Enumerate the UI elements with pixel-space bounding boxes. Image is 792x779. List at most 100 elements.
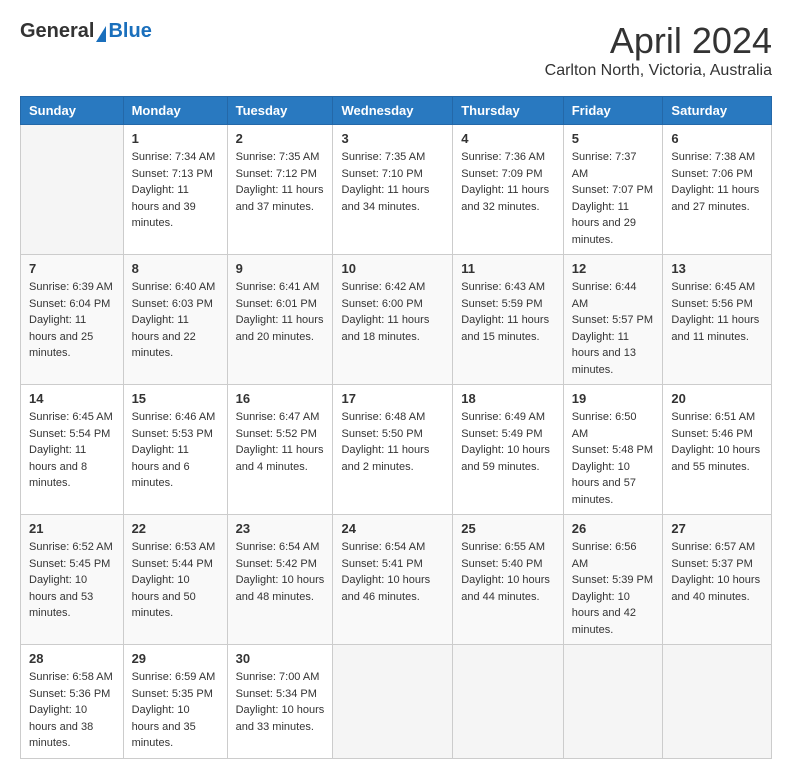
calendar-cell: 10 Sunrise: 6:42 AMSunset: 6:00 PMDayligh… [333,255,453,385]
calendar-cell: 18 Sunrise: 6:49 AMSunset: 5:49 PMDayligh… [453,385,563,515]
calendar-cell: 26Sunrise: 6:56 AMSunset: 5:39 PMDayligh… [563,515,663,645]
calendar-cell: 21Sunrise: 6:52 AMSunset: 5:45 PMDayligh… [21,515,124,645]
day-number: 20 [671,391,763,406]
day-info: Sunrise: 7:37 AMSunset: 7:07 PMDaylight:… [572,149,655,248]
calendar-cell: 9 Sunrise: 6:41 AMSunset: 6:01 PMDaylight… [227,255,333,385]
day-info: Sunrise: 7:35 AMSunset: 7:12 PMDaylight:… [236,149,325,215]
calendar-cell: 15 Sunrise: 6:46 AMSunset: 5:53 PMDayligh… [123,385,227,515]
calendar-cell: 29Sunrise: 6:59 AMSunset: 5:35 PMDayligh… [123,645,227,759]
day-number: 8 [132,261,219,276]
logo: General Blue [20,20,152,43]
calendar-cell: 25 Sunrise: 6:55 AMSunset: 5:40 PMDayligh… [453,515,563,645]
calendar-cell: 8 Sunrise: 6:40 AMSunset: 6:03 PMDaylight… [123,255,227,385]
weekday-header-tuesday: Tuesday [227,97,333,125]
day-number: 14 [29,391,115,406]
day-number: 5 [572,131,655,146]
calendar-cell: 17Sunrise: 6:48 AMSunset: 5:50 PMDayligh… [333,385,453,515]
day-number: 4 [461,131,554,146]
day-info: Sunrise: 7:36 AMSunset: 7:09 PMDaylight:… [461,149,554,215]
day-number: 10 [341,261,444,276]
calendar-cell: 2 Sunrise: 7:35 AMSunset: 7:12 PMDaylight… [227,125,333,255]
day-number: 23 [236,521,325,536]
day-number: 2 [236,131,325,146]
calendar-cell: 28 Sunrise: 6:58 AMSunset: 5:36 PMDayligh… [21,645,124,759]
calendar-week-row: 14 Sunrise: 6:45 AMSunset: 5:54 PMDayligh… [21,385,772,515]
calendar-cell [453,645,563,759]
calendar-table: SundayMondayTuesdayWednesdayThursdayFrid… [20,96,772,759]
calendar-cell: 1Sunrise: 7:34 AMSunset: 7:13 PMDaylight… [123,125,227,255]
location-title: Carlton North, Victoria, Australia [545,62,772,80]
day-info: Sunrise: 6:53 AMSunset: 5:44 PMDaylight:… [132,539,219,622]
day-number: 27 [671,521,763,536]
day-number: 19 [572,391,655,406]
day-number: 26 [572,521,655,536]
calendar-cell [333,645,453,759]
day-number: 28 [29,651,115,666]
calendar-week-row: 28 Sunrise: 6:58 AMSunset: 5:36 PMDayligh… [21,645,772,759]
calendar-cell [563,645,663,759]
day-info: Sunrise: 6:52 AMSunset: 5:45 PMDaylight:… [29,539,115,622]
day-number: 12 [572,261,655,276]
day-number: 6 [671,131,763,146]
calendar-cell: 16 Sunrise: 6:47 AMSunset: 5:52 PMDayligh… [227,385,333,515]
calendar-cell: 7 Sunrise: 6:39 AMSunset: 6:04 PMDaylight… [21,255,124,385]
day-info: Sunrise: 6:42 AMSunset: 6:00 PMDaylight:… [341,279,444,345]
day-number: 25 [461,521,554,536]
calendar-cell: 19 Sunrise: 6:50 AMSunset: 5:48 PMDayligh… [563,385,663,515]
calendar-cell: 11 Sunrise: 6:43 AMSunset: 5:59 PMDayligh… [453,255,563,385]
weekday-header-saturday: Saturday [663,97,772,125]
title-block: April 2024 Carlton North, Victoria, Aust… [545,20,772,80]
day-number: 24 [341,521,444,536]
day-info: Sunrise: 6:41 AMSunset: 6:01 PMDaylight:… [236,279,325,345]
calendar-cell [21,125,124,255]
weekday-header-wednesday: Wednesday [333,97,453,125]
calendar-cell: 5 Sunrise: 7:37 AMSunset: 7:07 PMDaylight… [563,125,663,255]
day-info: Sunrise: 6:47 AMSunset: 5:52 PMDaylight:… [236,409,325,475]
day-info: Sunrise: 6:59 AMSunset: 5:35 PMDaylight:… [132,669,219,752]
day-info: Sunrise: 7:35 AMSunset: 7:10 PMDaylight:… [341,149,444,215]
day-info: Sunrise: 6:49 AMSunset: 5:49 PMDaylight:… [461,409,554,475]
calendar-week-row: 21Sunrise: 6:52 AMSunset: 5:45 PMDayligh… [21,515,772,645]
calendar-cell: 24 Sunrise: 6:54 AMSunset: 5:41 PMDayligh… [333,515,453,645]
calendar-cell: 14 Sunrise: 6:45 AMSunset: 5:54 PMDayligh… [21,385,124,515]
calendar-cell: 12Sunrise: 6:44 AMSunset: 5:57 PMDayligh… [563,255,663,385]
day-info: Sunrise: 6:54 AMSunset: 5:42 PMDaylight:… [236,539,325,605]
day-info: Sunrise: 6:46 AMSunset: 5:53 PMDaylight:… [132,409,219,492]
day-number: 18 [461,391,554,406]
weekday-header-sunday: Sunday [21,97,124,125]
day-number: 13 [671,261,763,276]
day-number: 9 [236,261,325,276]
day-info: Sunrise: 6:39 AMSunset: 6:04 PMDaylight:… [29,279,115,362]
day-info: Sunrise: 7:38 AMSunset: 7:06 PMDaylight:… [671,149,763,215]
weekday-header-friday: Friday [563,97,663,125]
calendar-cell: 13 Sunrise: 6:45 AMSunset: 5:56 PMDayligh… [663,255,772,385]
day-info: Sunrise: 6:54 AMSunset: 5:41 PMDaylight:… [341,539,444,605]
day-info: Sunrise: 6:45 AMSunset: 5:54 PMDaylight:… [29,409,115,492]
weekday-header-monday: Monday [123,97,227,125]
calendar-week-row: 7 Sunrise: 6:39 AMSunset: 6:04 PMDaylight… [21,255,772,385]
calendar-cell: 4 Sunrise: 7:36 AMSunset: 7:09 PMDaylight… [453,125,563,255]
calendar-cell: 23 Sunrise: 6:54 AMSunset: 5:42 PMDayligh… [227,515,333,645]
logo-general-text: General [20,20,94,43]
day-info: Sunrise: 6:48 AMSunset: 5:50 PMDaylight:… [341,409,444,475]
day-number: 15 [132,391,219,406]
day-number: 3 [341,131,444,146]
calendar-cell: 6 Sunrise: 7:38 AMSunset: 7:06 PMDaylight… [663,125,772,255]
day-info: Sunrise: 6:40 AMSunset: 6:03 PMDaylight:… [132,279,219,362]
calendar-cell: 3 Sunrise: 7:35 AMSunset: 7:10 PMDaylight… [333,125,453,255]
day-number: 11 [461,261,554,276]
day-info: Sunrise: 7:00 AMSunset: 5:34 PMDaylight:… [236,669,325,735]
day-info: Sunrise: 7:34 AMSunset: 7:13 PMDaylight:… [132,149,219,232]
calendar-cell: 20Sunrise: 6:51 AMSunset: 5:46 PMDayligh… [663,385,772,515]
day-info: Sunrise: 6:43 AMSunset: 5:59 PMDaylight:… [461,279,554,345]
month-title: April 2024 [545,20,772,62]
day-info: Sunrise: 6:50 AMSunset: 5:48 PMDaylight:… [572,409,655,508]
day-info: Sunrise: 6:45 AMSunset: 5:56 PMDaylight:… [671,279,763,345]
day-number: 30 [236,651,325,666]
day-number: 7 [29,261,115,276]
calendar-cell [663,645,772,759]
day-info: Sunrise: 6:57 AMSunset: 5:37 PMDaylight:… [671,539,763,605]
day-info: Sunrise: 6:55 AMSunset: 5:40 PMDaylight:… [461,539,554,605]
day-number: 16 [236,391,325,406]
day-info: Sunrise: 6:58 AMSunset: 5:36 PMDaylight:… [29,669,115,752]
